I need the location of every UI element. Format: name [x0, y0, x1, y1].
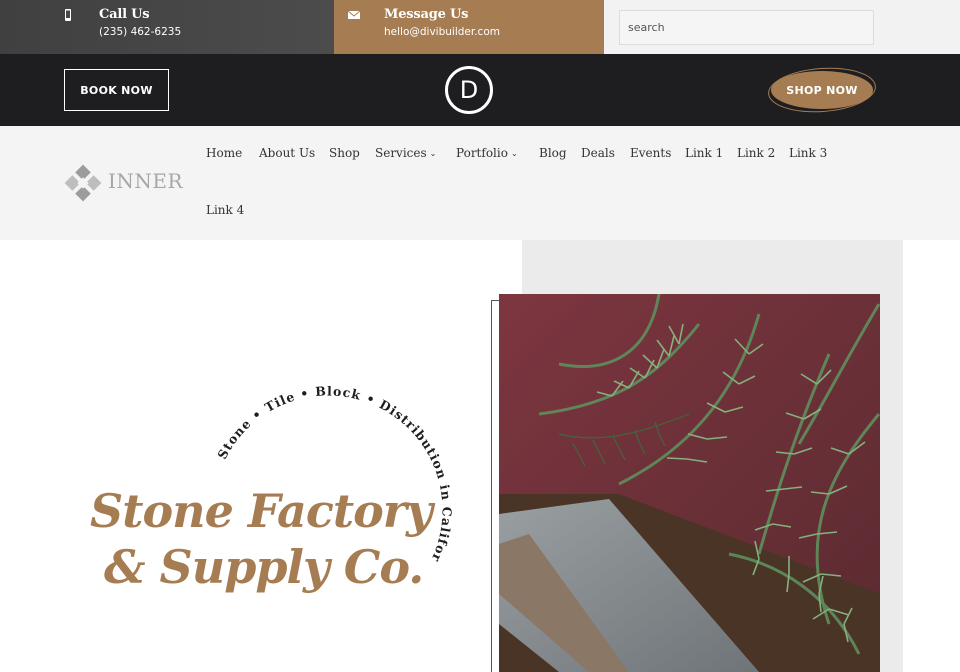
fern-photo: [499, 294, 880, 672]
nav-item-portfolio[interactable]: Portfolio ⌄: [456, 146, 518, 160]
brand-name[interactable]: INNER: [108, 169, 183, 193]
chevron-down-icon: ⌄: [510, 149, 518, 158]
nav-item-home[interactable]: Home: [206, 146, 242, 160]
shop-now-button[interactable]: SHOP NOW: [771, 71, 873, 109]
book-now-button[interactable]: BOOK NOW: [64, 69, 169, 111]
phone-icon: [65, 9, 71, 21]
hero-title-line-1: Stone Factory: [90, 484, 433, 538]
search-area: [604, 0, 960, 54]
nav-item-about-us[interactable]: About Us: [259, 146, 315, 160]
message-us-block[interactable]: Message Us hello@divibuilder.com: [334, 0, 604, 54]
nav-item-events[interactable]: Events: [630, 146, 671, 160]
call-us-title: Call Us: [99, 7, 150, 22]
nav-item-link-4[interactable]: Link 4: [206, 203, 244, 217]
chevron-down-icon: ⌄: [429, 149, 437, 158]
diamond-logo-icon[interactable]: [64, 164, 102, 202]
nav-item-link-3[interactable]: Link 3: [789, 146, 827, 160]
nav-item-link-1[interactable]: Link 1: [685, 146, 723, 160]
search-input[interactable]: [619, 10, 874, 45]
nav-item-portfolio-label: Portfolio: [456, 146, 508, 160]
photo-frame-line: [491, 300, 493, 672]
message-us-title: Message Us: [384, 7, 469, 22]
nav-item-blog[interactable]: Blog: [539, 146, 567, 160]
top-contact-bar: Call Us (235) 462-6235 Message Us hello@…: [0, 0, 960, 54]
call-us-block[interactable]: Call Us (235) 462-6235: [0, 0, 334, 54]
header-bar: BOOK NOW D SHOP NOW: [0, 54, 960, 126]
call-us-phone[interactable]: (235) 462-6235: [99, 26, 181, 38]
main-navigation: INNER Home About Us Shop Services ⌄ Portf…: [0, 126, 960, 240]
nav-item-deals[interactable]: Deals: [581, 146, 615, 160]
divi-logo[interactable]: D: [445, 66, 493, 114]
nav-item-shop[interactable]: Shop: [329, 146, 360, 160]
message-us-email[interactable]: hello@divibuilder.com: [384, 26, 500, 38]
hero-title-line-2: & Supply Co.: [104, 540, 424, 594]
nav-item-services[interactable]: Services ⌄: [375, 146, 436, 160]
envelope-icon: [348, 10, 360, 19]
nav-item-link-2[interactable]: Link 2: [737, 146, 775, 160]
nav-item-services-label: Services: [375, 146, 427, 160]
